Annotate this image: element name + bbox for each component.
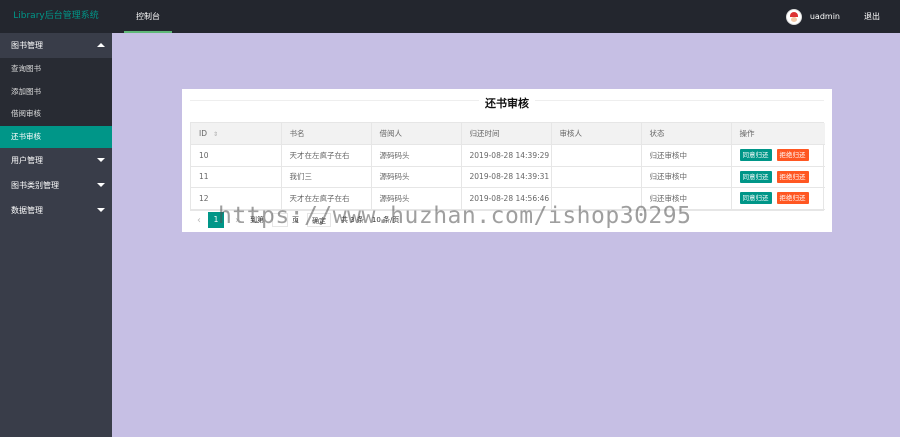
- cell-reviewer: [551, 166, 642, 188]
- cell-book: 我们三: [281, 166, 372, 188]
- col-header-return-time: 归还时间: [461, 123, 552, 145]
- cell-actions: 同意归还 拒绝归还: [731, 187, 825, 210]
- sidebar-item-return-review[interactable]: 还书审核: [0, 125, 112, 148]
- sidebar-group-label: 图书类别管理: [11, 181, 59, 190]
- col-header-borrower: 借阅人: [371, 123, 462, 145]
- sidebar-group-label: 图书管理: [11, 41, 43, 50]
- user-area: uadmin 退出: [785, 0, 900, 33]
- cell-id: 11: [191, 166, 282, 188]
- cell-borrower: 源码码头: [371, 166, 462, 188]
- col-header-book: 书名: [281, 123, 372, 145]
- approve-return-button[interactable]: 同意归还: [739, 170, 772, 183]
- cell-book: 天才在左疯子在右: [281, 144, 372, 167]
- col-header-id[interactable]: ID ⇕: [191, 123, 282, 145]
- username[interactable]: uadmin: [810, 12, 840, 21]
- review-table: ID ⇕ 书名 借阅人 归还时间 审核人 状态 操作 10 天才在左疯子在右 源码…: [190, 122, 825, 211]
- sidebar-item-query-books[interactable]: 查询图书: [0, 58, 112, 81]
- approve-return-button[interactable]: 同意归还: [739, 192, 772, 205]
- table-header-row: ID ⇕ 书名 借阅人 归还时间 审核人 状态 操作: [191, 123, 825, 145]
- sidebar-group-book-management[interactable]: 图书管理: [0, 33, 112, 58]
- reject-return-button[interactable]: 拒绝归还: [776, 170, 809, 183]
- sort-icon[interactable]: ⇕: [213, 131, 218, 138]
- app-logo[interactable]: Library后台管理系统: [0, 0, 112, 33]
- prev-page-button[interactable]: ‹: [190, 215, 208, 226]
- sidebar-group-category-management[interactable]: 图书类别管理: [0, 173, 112, 198]
- cell-actions: 同意归还 拒绝归还: [731, 166, 825, 188]
- sidebar-group-user-management[interactable]: 用户管理: [0, 148, 112, 173]
- cell-status: 归还审核中: [641, 144, 732, 167]
- nav-dashboard[interactable]: 控制台: [124, 0, 172, 33]
- col-header-reviewer: 审核人: [551, 123, 642, 145]
- table-row: 11 我们三 源码码头 2019-08-28 14:39:31 归还审核中 同意…: [191, 166, 825, 188]
- reject-return-button[interactable]: 拒绝归还: [776, 149, 809, 162]
- sidebar: 图书管理 查询图书 添加图书 借阅审核 还书审核 用户管理 图书类别管理 数据管…: [0, 33, 112, 437]
- sidebar-item-add-book[interactable]: 添加图书: [0, 81, 112, 104]
- chevron-down-icon: [97, 208, 105, 212]
- table-row: 10 天才在左疯子在右 源码码头 2019-08-28 14:39:29 归还审…: [191, 144, 825, 167]
- cell-return-time: 2019-08-28 14:39:31: [461, 166, 552, 188]
- cell-borrower: 源码码头: [371, 144, 462, 167]
- sidebar-item-borrow-review[interactable]: 借阅审核: [0, 103, 112, 126]
- page-title: 还书审核: [182, 89, 832, 113]
- sidebar-submenu: 查询图书 添加图书 借阅审核 还书审核: [0, 58, 112, 148]
- approve-return-button[interactable]: 同意归还: [739, 149, 772, 162]
- cell-status: 归还审核中: [641, 166, 732, 188]
- col-header-actions: 操作: [731, 123, 825, 145]
- cell-actions: 同意归还 拒绝归还: [731, 144, 825, 167]
- cell-reviewer: [551, 144, 642, 167]
- chevron-down-icon: [97, 183, 105, 187]
- sidebar-group-data-management[interactable]: 数据管理: [0, 198, 112, 223]
- col-header-status: 状态: [641, 123, 732, 145]
- reject-return-button[interactable]: 拒绝归还: [776, 192, 809, 205]
- user-avatar[interactable]: [785, 8, 802, 25]
- chevron-down-icon: [97, 158, 105, 162]
- top-header: Library后台管理系统 控制台 uadmin 退出: [0, 0, 900, 33]
- top-nav: 控制台: [124, 0, 172, 33]
- watermark-text: https://www.huzhan.com/ishop30295: [218, 203, 692, 229]
- cell-id: 10: [191, 144, 282, 167]
- sidebar-group-label: 用户管理: [11, 156, 43, 165]
- sidebar-group-label: 数据管理: [11, 206, 43, 215]
- cell-return-time: 2019-08-28 14:39:29: [461, 144, 552, 167]
- logout-link[interactable]: 退出: [864, 11, 880, 22]
- chevron-up-icon: [97, 43, 105, 47]
